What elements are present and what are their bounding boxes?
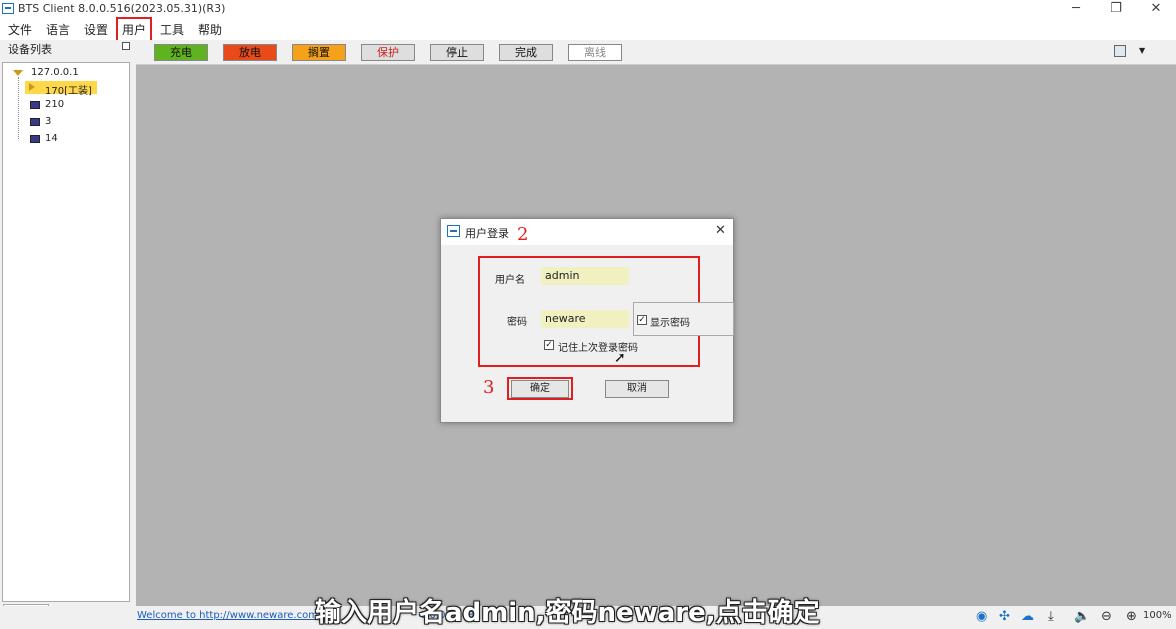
username-input[interactable]: admin (541, 267, 629, 285)
expand-arrow-icon[interactable] (13, 70, 23, 76)
password-label: 密码 (507, 317, 527, 328)
tree-root-host[interactable]: 127.0.0.1 (31, 67, 79, 78)
dialog-title-bar: 用户登录 ✕ (441, 219, 733, 245)
video-subtitle: 输入用户名admin,密码neware,点击确定 (315, 598, 820, 628)
zoom-level: 100% (1143, 610, 1172, 621)
ok-button[interactable]: 确定 (511, 380, 569, 398)
play-icon (29, 83, 35, 91)
menu-tools[interactable]: 工具 (160, 21, 184, 38)
tree-node-device[interactable]: 14 (45, 133, 58, 144)
legend-button[interactable]: 保护 (361, 44, 415, 61)
menu-bar: 文件 语言 设置 用户 工具 帮助 (0, 18, 1176, 40)
step-3-label: 3 (483, 377, 495, 398)
app-icon (2, 3, 14, 14)
menu-settings[interactable]: 设置 (84, 21, 108, 38)
username-label: 用户名 (495, 275, 525, 286)
legend-button[interactable]: 离线 (568, 44, 622, 61)
device-tree[interactable]: 127.0.0.1 170[工装] 210 3 14 (2, 62, 130, 602)
show-password-label: 显示密码 (650, 318, 690, 329)
dropdown-arrow-icon[interactable]: ▼ (1139, 46, 1145, 55)
remember-password-checkbox[interactable]: ✓ (544, 340, 554, 350)
tree-node-device[interactable]: 170[工装] (45, 82, 92, 97)
close-button[interactable]: ✕ (1146, 1, 1166, 16)
legend-button[interactable]: 放电 (223, 44, 277, 61)
menu-file[interactable]: 文件 (8, 21, 32, 38)
volume-muted-icon[interactable]: 🔈 (1074, 609, 1090, 624)
restore-button[interactable]: ❐ (1106, 1, 1126, 16)
pin-icon[interactable] (122, 42, 130, 50)
legend-button[interactable]: 搁置 (292, 44, 346, 61)
device-list-header: 设备列表 (8, 43, 52, 56)
password-input[interactable]: neware (541, 310, 629, 328)
device-icon (30, 101, 40, 109)
device-icon (30, 118, 40, 126)
welcome-link[interactable]: Welcome to http://www.neware.com (137, 610, 318, 621)
menu-language[interactable]: 语言 (46, 21, 70, 38)
minimize-button[interactable]: ─ (1066, 1, 1086, 16)
tree-node-device[interactable]: 3 (45, 116, 51, 127)
mouse-cursor-icon: ➚ (614, 350, 626, 366)
step-2-label: 2 (517, 224, 529, 245)
fan-icon[interactable]: ✣ (999, 609, 1010, 624)
edge-icon[interactable]: ◉ (976, 609, 987, 624)
download-icon[interactable]: ⤓ (1048, 609, 1054, 624)
more-icon[interactable]: ⊖ (1101, 609, 1112, 624)
dialog-app-icon (447, 225, 460, 237)
login-dialog: 用户登录 ✕ 2 用户名 admin 密码 neware ✓ 显示密码 ✓ 记住… (440, 218, 734, 423)
title-bar: BTS Client 8.0.0.516(2023.05.31)(R3) ─ ❐… (0, 0, 1176, 18)
legend-button[interactable]: 完成 (499, 44, 553, 61)
cancel-button[interactable]: 取消 (605, 380, 669, 398)
legend-button[interactable]: 充电 (154, 44, 208, 61)
dialog-close-icon[interactable]: ✕ (715, 223, 726, 238)
zoom-icon[interactable]: ⊕ (1126, 609, 1137, 624)
menu-help[interactable]: 帮助 (198, 21, 222, 38)
show-password-checkbox[interactable]: ✓ (637, 315, 647, 325)
window-title: BTS Client 8.0.0.516(2023.05.31)(R3) (18, 2, 226, 15)
dialog-title: 用户登录 (465, 227, 509, 240)
cloud-icon[interactable]: ☁ (1021, 609, 1034, 624)
tree-node-device[interactable]: 210 (45, 99, 64, 110)
remember-password-label: 记住上次登录密码 (558, 343, 638, 354)
layout-icon[interactable] (1114, 45, 1126, 57)
device-icon (30, 135, 40, 143)
legend-button[interactable]: 停止 (430, 44, 484, 61)
